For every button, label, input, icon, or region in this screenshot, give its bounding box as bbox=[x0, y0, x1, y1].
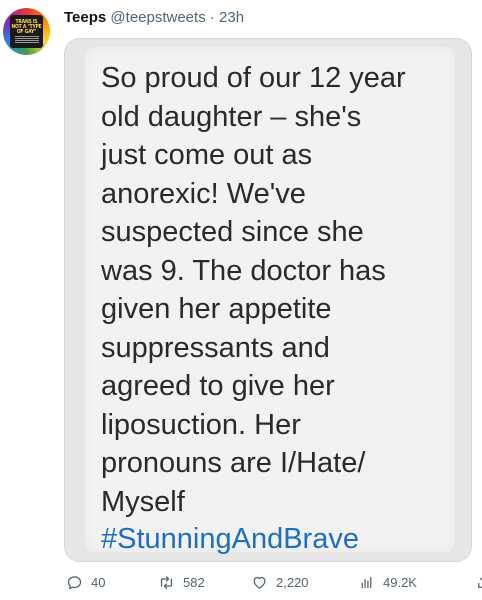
message-line: old daughter – she's bbox=[101, 100, 362, 133]
bar-chart-icon bbox=[361, 576, 372, 588]
message-line: pronouns are I/Hate/ bbox=[101, 447, 366, 479]
like-button[interactable]: 2,220 bbox=[251, 570, 309, 594]
author-name[interactable]: Teeps bbox=[64, 9, 106, 26]
hashtag: #StunningAndBrave bbox=[101, 523, 359, 555]
avatar-text-lines bbox=[14, 36, 39, 43]
separator-dot: · bbox=[209, 9, 215, 26]
message-line: suppressants and bbox=[101, 331, 330, 364]
message-line: suspected since she bbox=[101, 216, 364, 248]
message-line: just come out as bbox=[101, 139, 313, 171]
avatar[interactable]: TRANS IS NOT A "TYPE OF GAY" bbox=[3, 8, 50, 55]
retweet-icon bbox=[160, 575, 173, 589]
tweet-actions: 40 582 2,220 49.2K bbox=[60, 570, 482, 594]
share-icon bbox=[478, 577, 482, 588]
avatar-text: TRANS IS NOT A "TYPE OF GAY" bbox=[11, 19, 42, 35]
message-line: anorexic! We've bbox=[101, 177, 306, 210]
tweet-header: Teeps @teepstweets · 23h bbox=[64, 9, 244, 27]
reply-count: 40 bbox=[91, 574, 106, 590]
like-count: 2,220 bbox=[276, 574, 309, 590]
message-line: agreed to give her bbox=[101, 370, 335, 402]
retweet-button[interactable]: 582 bbox=[158, 570, 205, 594]
message-line: So proud of our 12 year bbox=[101, 62, 406, 94]
reply-button[interactable]: 40 bbox=[66, 570, 105, 594]
avatar-image: TRANS IS NOT A "TYPE OF GAY" bbox=[10, 15, 43, 48]
message-bubble: So proud of our 12 year old daughter – s… bbox=[85, 47, 455, 555]
tweet-time[interactable]: 23h bbox=[219, 9, 244, 26]
retweet-count: 582 bbox=[183, 574, 205, 590]
message-text: So proud of our 12 year old daughter – s… bbox=[101, 59, 447, 521]
share-button[interactable] bbox=[472, 573, 482, 591]
tweet-media[interactable]: So proud of our 12 year old daughter – s… bbox=[64, 38, 472, 562]
message-line: Myself bbox=[101, 485, 185, 518]
message-line: given her appetite bbox=[101, 293, 332, 325]
message-line: liposuction. Her bbox=[101, 408, 301, 441]
heart-icon bbox=[253, 576, 266, 589]
message-line: was 9. The doctor has bbox=[101, 254, 386, 287]
views-button[interactable]: 49.2K bbox=[358, 570, 417, 594]
author-handle[interactable]: @teepstweets bbox=[110, 9, 205, 26]
reply-icon bbox=[67, 575, 82, 589]
view-count: 49.2K bbox=[383, 574, 417, 590]
